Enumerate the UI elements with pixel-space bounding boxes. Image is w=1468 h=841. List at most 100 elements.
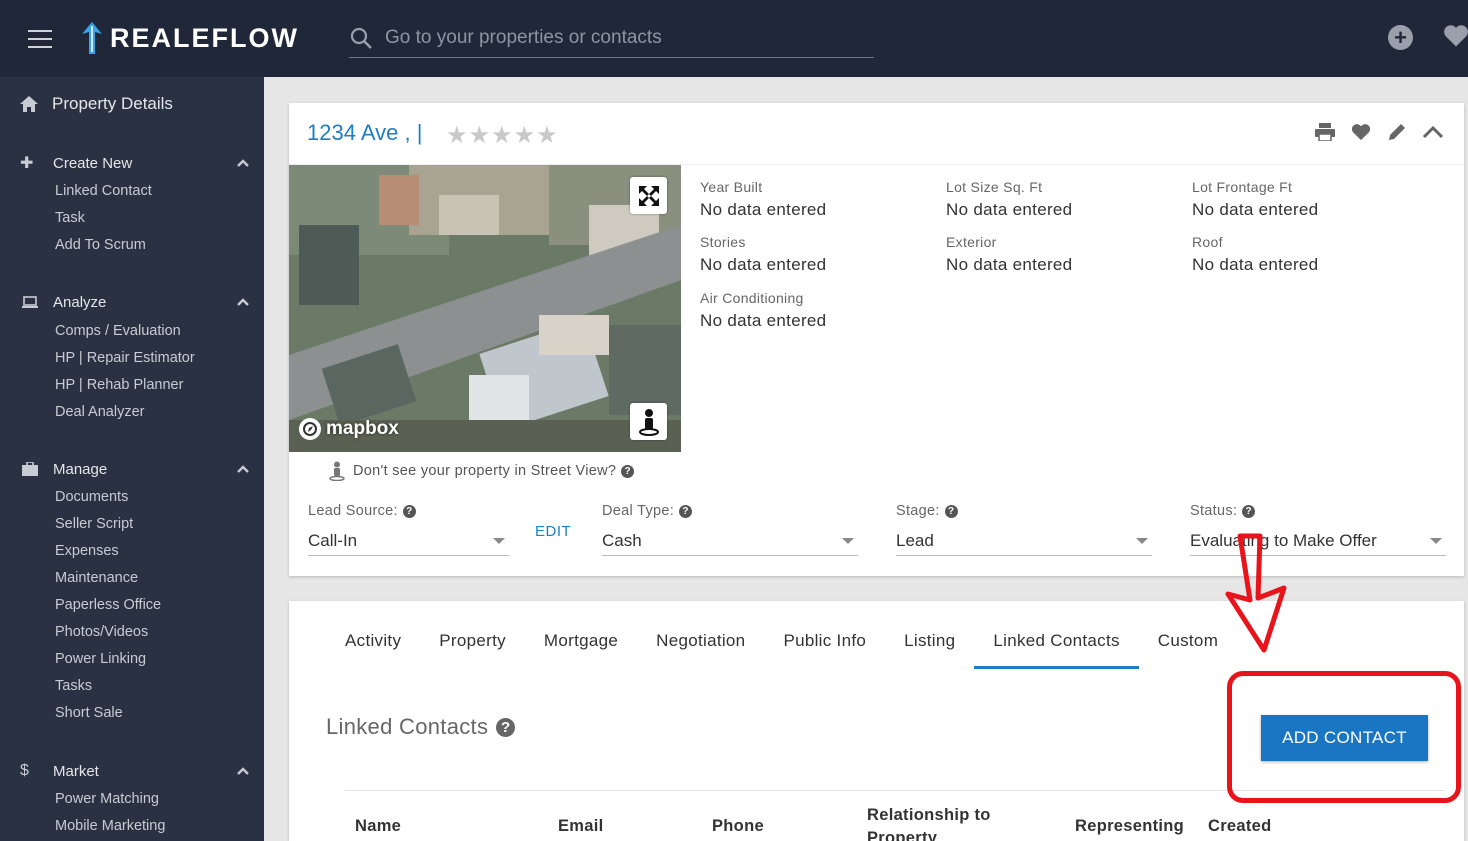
satellite-map[interactable]: mapbox (289, 165, 681, 452)
property-card-header: 1234 Ave , | ★ ★ ★ ★ ★ (289, 103, 1464, 165)
sidebar-section-header[interactable]: $ Market (20, 760, 250, 782)
lead-source-dropdown[interactable]: Call-In (308, 526, 509, 556)
annotation-arrow-icon (1225, 533, 1287, 653)
help-icon[interactable]: ? (1242, 504, 1256, 518)
sidebar-item-deal-analyzer[interactable]: Deal Analyzer (55, 399, 250, 426)
mapbox-brand-text: mapbox (326, 418, 399, 439)
column-header-email[interactable]: Email (558, 817, 604, 836)
tab-linked-contacts[interactable]: Linked Contacts (974, 618, 1139, 669)
attr-value: No data entered (700, 311, 827, 330)
column-header-relationship[interactable]: Relationship to Property (867, 804, 1027, 841)
sidebar-item-linked-contact[interactable]: Linked Contact (55, 178, 250, 205)
help-icon[interactable]: ? (402, 504, 416, 518)
star-icon[interactable]: ★ (536, 121, 558, 150)
field-label: Lead Source: (308, 503, 398, 519)
favorite-heart-icon[interactable] (1350, 121, 1372, 143)
sidebar-item-tasks[interactable]: Tasks (55, 673, 250, 700)
sidebar-item-add-to-scrum[interactable]: Add To Scrum (55, 232, 250, 259)
tab-listing[interactable]: Listing (885, 618, 974, 669)
street-view-help[interactable]: Don't see your property in Street View? … (329, 461, 635, 481)
section-title: Manage (53, 460, 108, 478)
attr-air-conditioning: Air Conditioning No data entered (700, 290, 940, 331)
chevron-up-icon[interactable] (236, 462, 250, 476)
attr-value: No data entered (946, 255, 1073, 274)
sidebar-item-mobile-marketing[interactable]: Mobile Marketing (55, 813, 250, 840)
sidebar-item-property-details[interactable]: Property Details (20, 94, 173, 114)
sidebar-item-comps-evaluation[interactable]: Comps / Evaluation (55, 318, 250, 345)
hamburger-menu-icon[interactable] (28, 30, 52, 48)
chevron-up-icon[interactable] (236, 156, 250, 170)
caret-down-icon (1136, 537, 1148, 544)
sidebar-item-repair-estimator[interactable]: HP | Repair Estimator (55, 345, 250, 372)
annotation-highlight-box (1227, 671, 1461, 803)
field-label: Status: (1190, 503, 1238, 519)
caret-down-icon (493, 537, 505, 544)
sidebar-section-header[interactable]: Analyze (20, 291, 250, 313)
mapbox-logo: mapbox (299, 418, 399, 440)
attr-label: Year Built (700, 179, 763, 195)
sidebar-item-paperless-office[interactable]: Paperless Office (55, 592, 250, 619)
sidebar-item-photos-videos[interactable]: Photos/Videos (55, 619, 250, 646)
help-icon[interactable]: ? (944, 504, 958, 518)
chevron-up-icon[interactable] (236, 295, 250, 309)
attr-lot-frontage: Lot Frontage Ft No data entered (1192, 179, 1432, 220)
star-icon[interactable]: ★ (514, 121, 536, 150)
section-title: Analyze (53, 293, 107, 311)
star-icon[interactable]: ★ (469, 121, 491, 150)
column-header-name[interactable]: Name (355, 817, 401, 836)
star-icon[interactable]: ★ (446, 121, 468, 150)
street-view-pegman-icon[interactable] (630, 403, 667, 440)
sidebar-item-expenses[interactable]: Expenses (55, 538, 250, 565)
plus-icon: ✚ (20, 155, 34, 172)
tab-activity[interactable]: Activity (326, 618, 420, 669)
tab-property[interactable]: Property (420, 618, 525, 669)
stage-select: Stage:? Lead (896, 503, 1152, 556)
sidebar-item-documents[interactable]: Documents (55, 484, 250, 511)
column-header-created[interactable]: Created (1208, 817, 1272, 836)
help-icon[interactable]: ? (679, 504, 693, 518)
attr-value: No data entered (1192, 255, 1319, 274)
sidebar-section-header[interactable]: Manage (20, 458, 250, 480)
caret-down-icon (1430, 537, 1442, 544)
dollar-icon: $ (20, 762, 29, 779)
sidebar-item-rehab-planner[interactable]: HP | Rehab Planner (55, 372, 250, 399)
tab-negotiation[interactable]: Negotiation (637, 618, 764, 669)
column-header-phone[interactable]: Phone (712, 817, 764, 836)
deal-type-dropdown[interactable]: Cash (602, 526, 858, 556)
sidebar-section-header[interactable]: ✚ Create New (20, 152, 250, 174)
realeflow-arrow-icon (82, 22, 102, 54)
brand-logo[interactable]: REALEFLOW (80, 22, 299, 54)
star-icon[interactable]: ★ (491, 121, 513, 150)
attr-label: Exterior (946, 234, 997, 250)
search-input[interactable] (385, 26, 865, 49)
sidebar-item-maintenance[interactable]: Maintenance (55, 565, 250, 592)
favorites-heart-icon[interactable] (1442, 22, 1468, 55)
collapse-chevron-icon[interactable] (1422, 121, 1444, 143)
section-title: Create New (53, 154, 133, 172)
attr-roof: Roof No data entered (1192, 234, 1432, 275)
tab-bar: Activity Property Mortgage Negotiation P… (326, 618, 1237, 669)
add-new-icon[interactable]: + (1388, 25, 1413, 50)
help-icon[interactable]: ? (496, 717, 516, 737)
edit-lead-source-link[interactable]: EDIT (535, 523, 571, 540)
edit-pencil-icon[interactable] (1386, 121, 1408, 143)
column-header-representing[interactable]: Representing (1075, 817, 1184, 836)
tab-mortgage[interactable]: Mortgage (525, 618, 637, 669)
sidebar-item-power-linking[interactable]: Power Linking (55, 646, 250, 673)
sidebar-item-seller-script[interactable]: Seller Script (55, 511, 250, 538)
tab-public-info[interactable]: Public Info (764, 618, 885, 669)
sidebar-item-power-matching[interactable]: Power Matching (55, 786, 250, 813)
property-address[interactable]: 1234 Ave , | (307, 120, 422, 146)
fullscreen-expand-icon[interactable] (630, 177, 667, 214)
star-rating[interactable]: ★ ★ ★ ★ ★ (446, 121, 559, 150)
sidebar-item-task[interactable]: Task (55, 205, 250, 232)
laptop-icon (22, 296, 38, 308)
stage-dropdown[interactable]: Lead (896, 526, 1152, 556)
print-icon[interactable] (1314, 121, 1336, 143)
help-icon[interactable]: ? (621, 464, 635, 478)
selected-value: Call-In (308, 530, 358, 550)
sidebar-item-short-sale[interactable]: Short Sale (55, 700, 250, 727)
pegman-icon (329, 461, 345, 481)
sidebar-item-label: Property Details (52, 94, 173, 113)
chevron-up-icon[interactable] (236, 764, 250, 778)
